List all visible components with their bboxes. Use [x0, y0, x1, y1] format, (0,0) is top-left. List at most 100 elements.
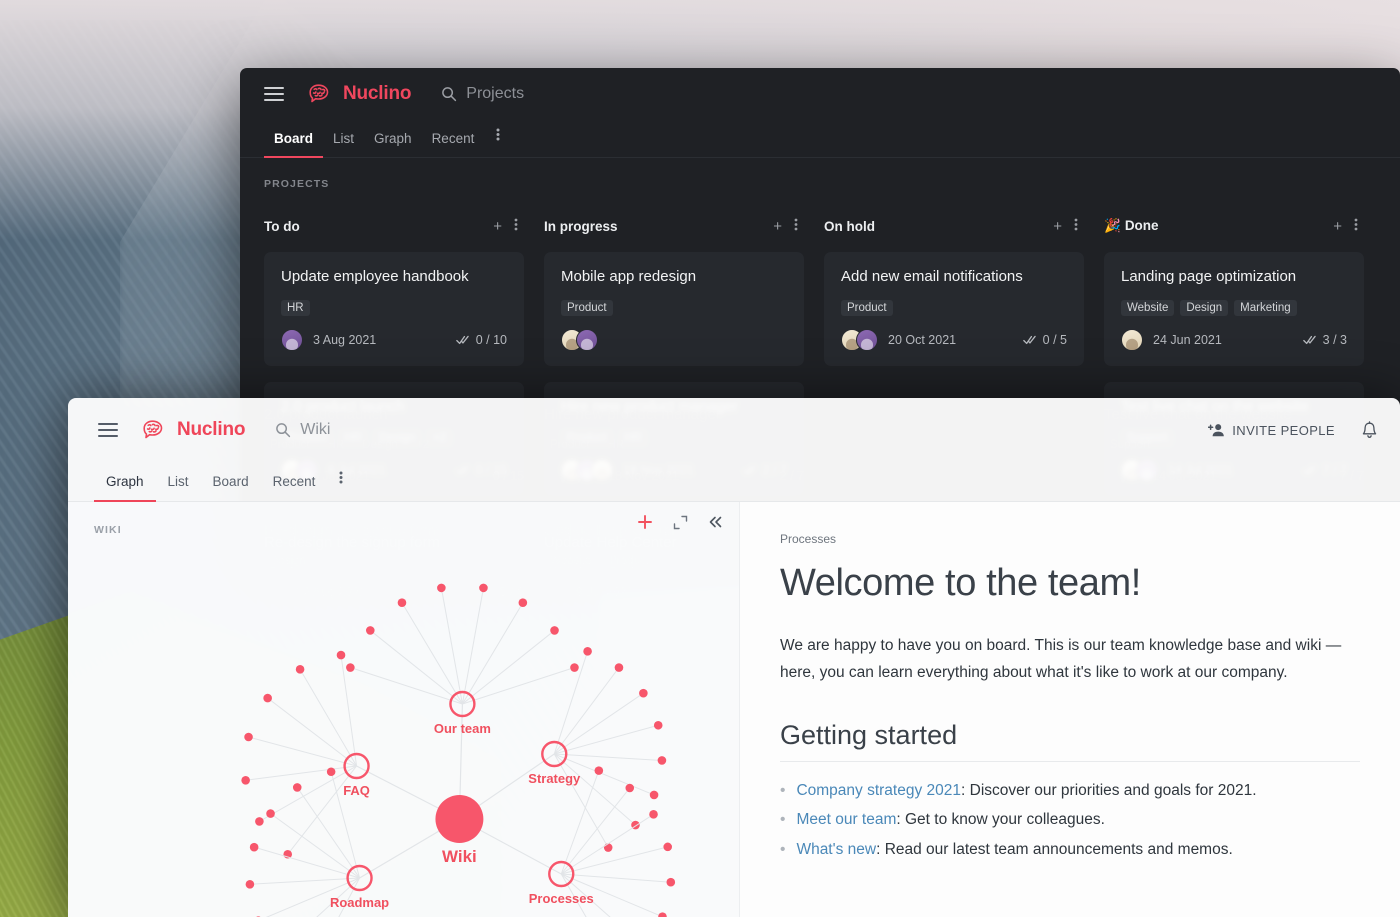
avatar [856, 329, 878, 351]
add-card-button[interactable]: + [1047, 219, 1068, 234]
document-title: Welcome to the team! [780, 562, 1141, 604]
graph-node[interactable] [649, 790, 659, 800]
column-more-button[interactable] [1068, 217, 1084, 235]
graph-node[interactable] [614, 663, 624, 672]
graph-breadcrumb[interactable]: WIKI [94, 524, 122, 536]
graph-node[interactable] [346, 663, 355, 672]
board-card[interactable]: Landing page optimization Website Design Ma… [1104, 252, 1364, 366]
document-link[interactable]: Meet our team [796, 811, 896, 828]
graph-node[interactable] [255, 817, 264, 826]
wiki-topbar: Nuclino Wiki INVITE PEOPLE [68, 398, 1400, 462]
search-wiki[interactable]: Wiki [275, 421, 330, 439]
wiki-topbar-actions: INVITE PEOPLE [1208, 420, 1378, 440]
graph-node[interactable] [570, 663, 579, 672]
board-card-tags: Product [561, 300, 787, 316]
graph-node[interactable] [241, 775, 250, 785]
search-placeholder-text: Wiki [300, 421, 331, 438]
tab-recent[interactable]: Recent [422, 131, 485, 158]
column-more-button[interactable] [1348, 217, 1364, 235]
add-card-button[interactable]: + [487, 219, 508, 234]
tab-graph[interactable]: Graph [94, 474, 156, 502]
kebab-menu-icon [339, 471, 343, 484]
tag-chip[interactable]: Website [1121, 300, 1175, 316]
search-projects[interactable]: Projects [441, 85, 524, 103]
tab-graph[interactable]: Graph [364, 131, 422, 158]
document-link[interactable]: Company strategy 2021 [796, 782, 961, 799]
graph-node[interactable] [479, 583, 488, 593]
document-link[interactable]: What's new [796, 841, 876, 858]
menu-icon[interactable] [98, 423, 118, 437]
board-card-title: Landing page optimization [1121, 268, 1297, 285]
tab-list[interactable]: List [156, 474, 201, 502]
board-card[interactable]: Update employee handbook HR 3 Aug 2021 0 / … [264, 252, 524, 366]
graph-node[interactable] [365, 626, 375, 635]
graph-node[interactable] [263, 693, 272, 703]
menu-icon[interactable] [264, 87, 284, 101]
graph-node-label: FAQ [343, 783, 370, 798]
tag-chip[interactable]: HR [281, 300, 310, 316]
graph-node[interactable] [326, 767, 336, 777]
column-more-button[interactable] [788, 217, 804, 235]
graph-node[interactable] [518, 598, 528, 608]
tab-list[interactable]: List [323, 131, 364, 158]
graph-node[interactable] [657, 756, 667, 765]
graph-node[interactable] [295, 665, 305, 674]
list-item-text: What's new: Read our latest team announc… [796, 835, 1232, 864]
graph-node[interactable] [666, 877, 676, 887]
tab-recent[interactable]: Recent [261, 474, 328, 502]
tag-chip[interactable]: Marketing [1234, 300, 1297, 316]
graph-node[interactable] [649, 810, 658, 819]
graph-node[interactable] [249, 842, 259, 852]
nuclino-logo[interactable]: Nuclino [306, 82, 411, 106]
expand-icon[interactable] [673, 515, 688, 530]
graph-node[interactable] [397, 598, 407, 608]
graph-node[interactable] [639, 688, 648, 698]
knowledge-graph[interactable]: Our team FAQ Strategy Roadmap Processes Wiki [68, 502, 739, 917]
graph-node[interactable] [603, 843, 613, 852]
column-more-button[interactable] [508, 217, 524, 235]
tabs-more-icon[interactable] [484, 126, 508, 157]
nuclino-logo[interactable]: Nuclino [140, 418, 245, 442]
graph-node[interactable] [292, 783, 302, 792]
notifications-button[interactable] [1361, 420, 1378, 440]
graph-node[interactable] [266, 809, 275, 818]
graph-node[interactable] [658, 912, 667, 917]
tag-chip[interactable]: Product [561, 300, 613, 316]
invite-people-button[interactable]: INVITE PEOPLE [1208, 423, 1335, 438]
graph-node[interactable] [435, 795, 484, 843]
add-card-button[interactable]: + [1327, 219, 1348, 234]
graph-node[interactable] [336, 650, 346, 660]
board-column-header: 🎉 Done + [1104, 216, 1364, 236]
tag-chip[interactable]: Design [1180, 300, 1229, 316]
collapse-sidebar-icon[interactable] [708, 515, 723, 529]
tab-board[interactable]: Board [201, 474, 261, 502]
graph-edge [560, 787, 631, 875]
graph-node[interactable] [550, 626, 559, 635]
breadcrumb[interactable]: PROJECTS [264, 178, 1376, 190]
add-item-icon[interactable] [637, 514, 653, 530]
graph-node[interactable] [594, 766, 604, 775]
add-card-button[interactable]: + [767, 219, 788, 234]
board-card[interactable]: Mobile app redesign Product [544, 252, 804, 366]
graph-node[interactable] [583, 646, 592, 656]
graph-node[interactable] [653, 720, 663, 730]
board-column-title-text: To do [264, 218, 300, 234]
bullet-icon: • [780, 782, 786, 800]
graph-node[interactable] [663, 842, 672, 852]
board-card[interactable]: Add new email notifications Product 20 Oct… [824, 252, 1084, 366]
graph-node[interactable] [625, 783, 635, 793]
board-column-header: On hold + [824, 216, 1084, 236]
assignee-avatars[interactable] [281, 329, 303, 351]
graph-node[interactable] [244, 732, 253, 742]
graph-node[interactable] [245, 880, 255, 889]
assignee-avatars[interactable] [561, 329, 598, 351]
brand-name: Nuclino [177, 419, 246, 440]
tag-chip[interactable]: Product [841, 300, 893, 316]
assignee-avatars[interactable] [841, 329, 878, 351]
assignee-avatars[interactable] [1121, 329, 1143, 351]
document-breadcrumb[interactable]: Processes [780, 532, 1360, 546]
graph-node[interactable] [437, 583, 446, 593]
tab-board[interactable]: Board [264, 131, 324, 158]
graph-edge [287, 765, 357, 855]
tabs-more-icon[interactable] [327, 469, 351, 501]
